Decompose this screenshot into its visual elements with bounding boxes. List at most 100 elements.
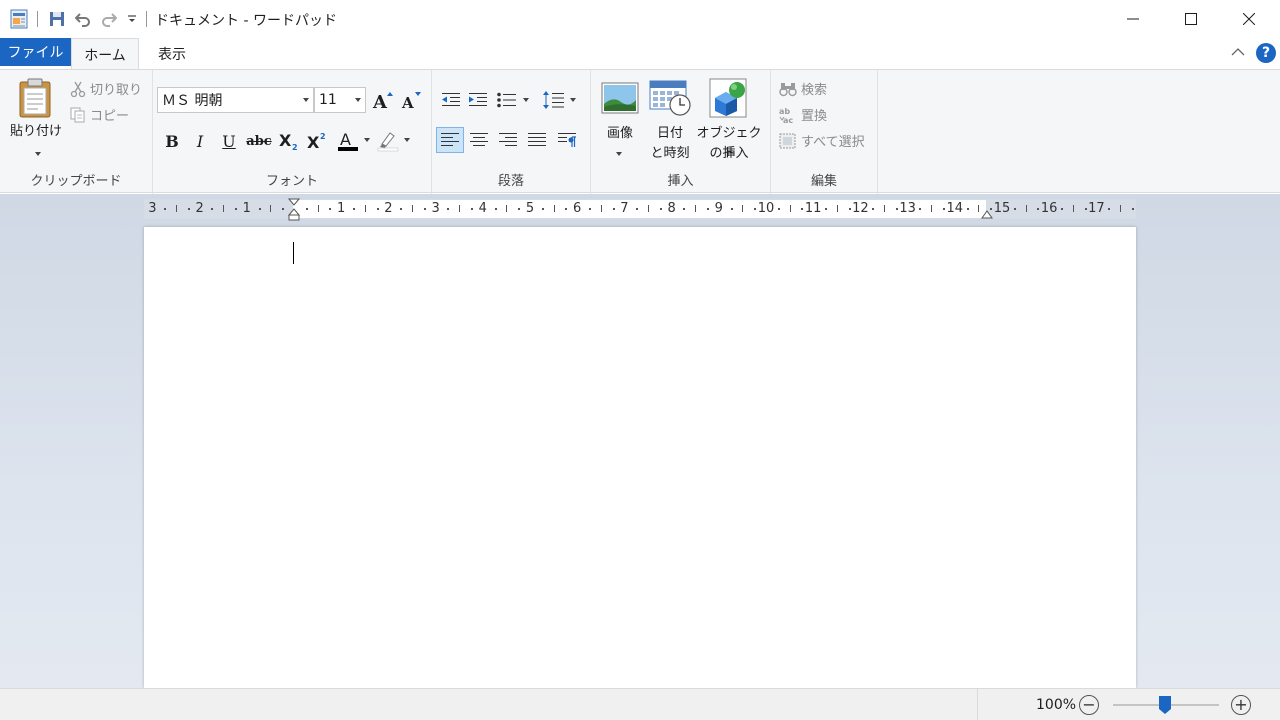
picture-dropdown-arrow <box>616 152 622 156</box>
ruler-dot <box>329 208 332 210</box>
save-button[interactable] <box>48 10 66 28</box>
right-indent-marker[interactable] <box>981 208 993 220</box>
tab-view[interactable]: 表示 <box>142 38 202 70</box>
ruler-tick <box>742 205 744 212</box>
ruler-dot <box>636 208 639 210</box>
ruler-dot <box>565 208 568 210</box>
subscript-button[interactable]: X2 <box>276 128 302 154</box>
wordpad-app-icon[interactable] <box>10 9 28 29</box>
italic-button[interactable]: I <box>187 128 213 154</box>
align-left-button[interactable] <box>436 127 464 153</box>
svg-text:A: A <box>340 130 351 149</box>
editing-group-label: 編集 <box>810 174 837 189</box>
maximize-button[interactable] <box>1162 0 1220 38</box>
ruler-number: 12 <box>852 201 869 216</box>
shrink-font-button[interactable]: A <box>398 87 424 113</box>
bullets-button[interactable] <box>494 87 534 113</box>
ruler-number: 15 <box>993 201 1011 216</box>
font-size-select[interactable]: 11 <box>314 87 366 113</box>
collapse-ribbon-button[interactable] <box>1230 45 1246 59</box>
chevron-down-icon <box>128 15 136 22</box>
subscript-icon: X2 <box>279 131 298 151</box>
clipboard-group-label: クリップボード <box>30 174 122 189</box>
insert-object-button[interactable]: オブジェクト の挿入 <box>695 76 765 164</box>
paste-button[interactable]: 貼り付け <box>6 74 64 164</box>
close-button[interactable] <box>1220 0 1278 38</box>
line-spacing-button[interactable] <box>540 87 580 113</box>
ruler-dot <box>400 208 403 210</box>
copy-button[interactable]: コピー <box>70 105 129 124</box>
ruler-tick <box>459 205 461 212</box>
ruler-number: 11 <box>804 201 822 216</box>
paste-dropdown-arrow <box>35 152 41 156</box>
font-color-button[interactable]: A <box>335 128 371 154</box>
paragraph-settings-button[interactable] <box>553 127 581 153</box>
copy-label: コピー <box>90 109 130 124</box>
align-left-icon <box>441 133 459 146</box>
highlight-color-button[interactable] <box>375 128 411 154</box>
decrease-indent-icon <box>442 93 460 106</box>
calendar-clock-icon <box>649 80 691 116</box>
ruler-tick <box>1025 205 1027 212</box>
increase-indent-icon <box>469 93 487 106</box>
ruler-number: 9 <box>714 201 723 216</box>
ruler-dot <box>683 208 686 210</box>
minimize-button[interactable] <box>1104 0 1162 38</box>
ruler-tick <box>978 205 980 212</box>
font-family-select[interactable]: ＭＳ 明朝 <box>157 87 314 113</box>
redo-icon <box>102 13 117 27</box>
ruler-dot <box>376 208 379 210</box>
ruler-dot <box>187 208 190 210</box>
strikethrough-button[interactable]: abc <box>246 128 272 154</box>
text-cursor <box>293 242 294 264</box>
first-line-indent-marker[interactable] <box>288 198 300 222</box>
redo-button[interactable] <box>100 10 118 28</box>
chevron-up-icon <box>1231 48 1245 56</box>
underline-button[interactable]: U <box>216 128 242 154</box>
ruler-dot <box>730 208 733 210</box>
document-page[interactable] <box>144 227 1136 688</box>
ruler-number: 17 <box>1088 201 1105 216</box>
zoom-out-button[interactable]: − <box>1079 695 1099 715</box>
align-right-button[interactable] <box>494 127 522 153</box>
bold-button[interactable]: B <box>159 128 185 154</box>
decrease-indent-button[interactable] <box>437 87 465 113</box>
tab-home[interactable]: ホーム <box>71 38 139 70</box>
qat-separator <box>37 11 38 27</box>
ruler-tick <box>412 205 413 212</box>
customize-qat-button[interactable] <box>123 10 141 28</box>
find-button[interactable]: 検索 <box>779 79 827 98</box>
qat-separator <box>146 11 147 27</box>
status-separator <box>977 689 978 720</box>
window-title: ドキュメント - ワードパッド <box>155 13 337 29</box>
grow-font-button[interactable]: A <box>370 87 396 113</box>
align-center-button[interactable] <box>465 127 493 153</box>
justify-button[interactable] <box>523 127 551 153</box>
select-all-button[interactable]: すべて選択 <box>779 131 865 150</box>
insert-datetime-button[interactable]: 日付 と時刻 <box>645 76 695 164</box>
zoom-slider-thumb[interactable] <box>1158 695 1172 715</box>
ruler-dot <box>494 208 497 210</box>
align-right-icon <box>499 133 517 146</box>
svg-text:2: 2 <box>292 143 298 151</box>
ruler-dot <box>754 208 757 210</box>
ruler-tick <box>884 205 885 212</box>
replace-button[interactable]: ab ac 置換 <box>779 105 827 125</box>
superscript-button[interactable]: X2 <box>304 128 330 154</box>
clipboard-group: 貼り付け 切り取り コピー クリップボード <box>0 70 153 194</box>
ruler-dot <box>659 208 662 210</box>
insert-picture-button[interactable]: 画像 <box>597 76 643 164</box>
tab-file[interactable]: ファイル <box>0 38 71 66</box>
ruler-tick <box>836 205 838 212</box>
insert-group: 画像 日付 と時刻 オブジェクト の挿入 挿入 <box>591 70 771 194</box>
zoom-in-button[interactable]: + <box>1231 695 1251 715</box>
help-button[interactable]: ? <box>1256 43 1276 63</box>
ruler-number: 1 <box>337 201 346 216</box>
horizontal-ruler[interactable]: 3 2 1 1 2 3 4 5 6 7 8 9 10 11 12 13 14 15 16 17 <box>144 198 1136 222</box>
increase-indent-button[interactable] <box>464 87 492 113</box>
status-bar: 100% − + <box>0 688 1280 720</box>
ruler-tick <box>364 205 366 212</box>
cut-button[interactable]: 切り取り <box>70 79 142 98</box>
ruler-tick <box>1120 205 1121 212</box>
undo-button[interactable] <box>74 10 92 28</box>
